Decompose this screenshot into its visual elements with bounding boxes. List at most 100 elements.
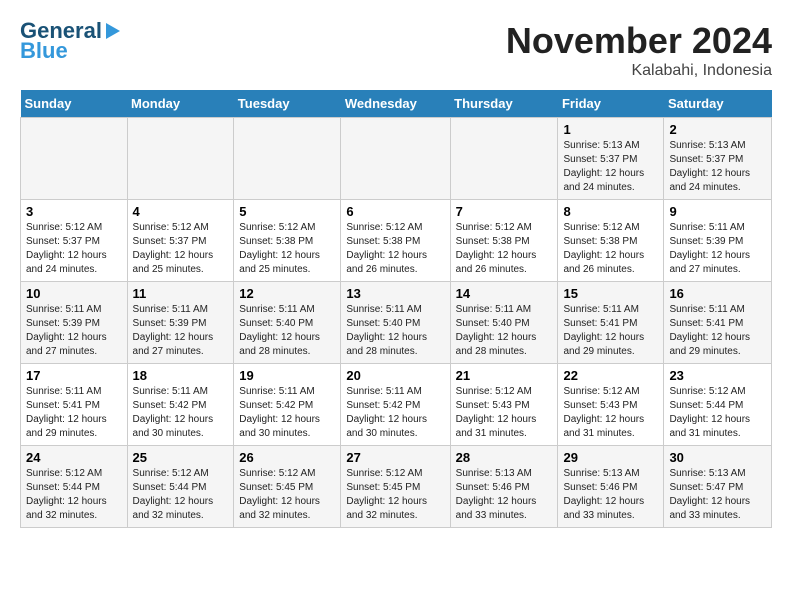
day-number: 12 xyxy=(239,286,335,301)
day-info: Sunrise: 5:11 AM Sunset: 5:40 PM Dayligh… xyxy=(456,303,553,359)
day-number: 14 xyxy=(456,286,553,301)
column-header-wednesday: Wednesday xyxy=(341,90,450,118)
calendar-cell: 15Sunrise: 5:11 AM Sunset: 5:41 PM Dayli… xyxy=(558,282,664,364)
calendar-cell: 11 Sunrise: 5:11 AM Sunset: 5:39 PM Dayli… xyxy=(127,282,234,364)
day-number: 16 xyxy=(669,286,766,301)
day-info: Sunrise: 5:12 AM Sunset: 5:45 PM Dayligh… xyxy=(346,467,444,523)
day-number: 10 xyxy=(26,286,122,301)
day-number: 18 xyxy=(133,368,229,383)
day-number: 27 xyxy=(346,450,444,465)
day-number: 15 xyxy=(563,286,658,301)
day-number: 24 xyxy=(26,450,122,465)
calendar-cell: 30Sunrise: 5:13 AM Sunset: 5:47 PM Dayli… xyxy=(664,446,772,528)
day-info: Sunrise: 5:11 AM Sunset: 5:41 PM Dayligh… xyxy=(26,385,122,441)
day-number: 20 xyxy=(346,368,444,383)
logo: General Blue xyxy=(20,20,120,62)
calendar-cell: 23 Sunrise: 5:12 AM Sunset: 5:44 PM Dayli… xyxy=(664,364,772,446)
day-number: 23 xyxy=(669,368,766,383)
column-header-thursday: Thursday xyxy=(450,90,558,118)
day-number: 17 xyxy=(26,368,122,383)
calendar-cell xyxy=(127,118,234,200)
title-block: November 2024 Kalabahi, Indonesia xyxy=(506,20,772,80)
day-number: 29 xyxy=(563,450,658,465)
calendar-cell: 19Sunrise: 5:11 AM Sunset: 5:42 PM Dayli… xyxy=(234,364,341,446)
calendar-week-row: 17 Sunrise: 5:11 AM Sunset: 5:41 PM Dayli… xyxy=(21,364,772,446)
calendar-week-row: 3 Sunrise: 5:12 AM Sunset: 5:37 PM Daylig… xyxy=(21,200,772,282)
calendar-cell: 16 Sunrise: 5:11 AM Sunset: 5:41 PM Dayli… xyxy=(664,282,772,364)
column-header-saturday: Saturday xyxy=(664,90,772,118)
calendar-week-row: 1Sunrise: 5:13 AM Sunset: 5:37 PM Daylig… xyxy=(21,118,772,200)
calendar-table: SundayMondayTuesdayWednesdayThursdayFrid… xyxy=(20,90,772,528)
column-header-monday: Monday xyxy=(127,90,234,118)
calendar-cell: 10 Sunrise: 5:11 AM Sunset: 5:39 PM Dayli… xyxy=(21,282,128,364)
calendar-cell: 25 Sunrise: 5:12 AM Sunset: 5:44 PM Dayli… xyxy=(127,446,234,528)
calendar-cell: 20 Sunrise: 5:11 AM Sunset: 5:42 PM Dayli… xyxy=(341,364,450,446)
calendar-week-row: 10 Sunrise: 5:11 AM Sunset: 5:39 PM Dayli… xyxy=(21,282,772,364)
day-info: Sunrise: 5:12 AM Sunset: 5:44 PM Dayligh… xyxy=(26,467,122,523)
day-info: Sunrise: 5:11 AM Sunset: 5:40 PM Dayligh… xyxy=(239,303,335,359)
day-number: 26 xyxy=(239,450,335,465)
calendar-cell: 27 Sunrise: 5:12 AM Sunset: 5:45 PM Dayli… xyxy=(341,446,450,528)
calendar-cell: 22Sunrise: 5:12 AM Sunset: 5:43 PM Dayli… xyxy=(558,364,664,446)
day-info: Sunrise: 5:12 AM Sunset: 5:44 PM Dayligh… xyxy=(669,385,766,441)
calendar-cell: 13 Sunrise: 5:11 AM Sunset: 5:40 PM Dayli… xyxy=(341,282,450,364)
day-number: 19 xyxy=(239,368,335,383)
calendar-cell: 1Sunrise: 5:13 AM Sunset: 5:37 PM Daylig… xyxy=(558,118,664,200)
day-number: 5 xyxy=(239,204,335,219)
calendar-cell xyxy=(450,118,558,200)
calendar-cell: 26 Sunrise: 5:12 AM Sunset: 5:45 PM Dayli… xyxy=(234,446,341,528)
day-number: 2 xyxy=(669,122,766,137)
day-info: Sunrise: 5:11 AM Sunset: 5:39 PM Dayligh… xyxy=(26,303,122,359)
day-info: Sunrise: 5:13 AM Sunset: 5:37 PM Dayligh… xyxy=(563,139,658,195)
day-info: Sunrise: 5:12 AM Sunset: 5:44 PM Dayligh… xyxy=(133,467,229,523)
day-number: 6 xyxy=(346,204,444,219)
day-info: Sunrise: 5:13 AM Sunset: 5:37 PM Dayligh… xyxy=(669,139,766,195)
calendar-cell: 28Sunrise: 5:13 AM Sunset: 5:46 PM Dayli… xyxy=(450,446,558,528)
day-info: Sunrise: 5:11 AM Sunset: 5:42 PM Dayligh… xyxy=(346,385,444,441)
day-number: 21 xyxy=(456,368,553,383)
calendar-cell: 3 Sunrise: 5:12 AM Sunset: 5:37 PM Daylig… xyxy=(21,200,128,282)
calendar-cell xyxy=(341,118,450,200)
calendar-week-row: 24 Sunrise: 5:12 AM Sunset: 5:44 PM Dayli… xyxy=(21,446,772,528)
day-info: Sunrise: 5:11 AM Sunset: 5:39 PM Dayligh… xyxy=(133,303,229,359)
day-number: 9 xyxy=(669,204,766,219)
calendar-cell xyxy=(234,118,341,200)
day-number: 7 xyxy=(456,204,553,219)
month-title: November 2024 xyxy=(506,20,772,62)
calendar-cell: 17 Sunrise: 5:11 AM Sunset: 5:41 PM Dayli… xyxy=(21,364,128,446)
logo-blue: Blue xyxy=(20,40,68,62)
day-info: Sunrise: 5:12 AM Sunset: 5:38 PM Dayligh… xyxy=(563,221,658,277)
day-info: Sunrise: 5:12 AM Sunset: 5:38 PM Dayligh… xyxy=(346,221,444,277)
calendar-cell: 21 Sunrise: 5:12 AM Sunset: 5:43 PM Dayli… xyxy=(450,364,558,446)
day-number: 3 xyxy=(26,204,122,219)
page-header: General Blue November 2024 Kalabahi, Ind… xyxy=(20,20,772,80)
day-info: Sunrise: 5:12 AM Sunset: 5:45 PM Dayligh… xyxy=(239,467,335,523)
day-info: Sunrise: 5:11 AM Sunset: 5:42 PM Dayligh… xyxy=(133,385,229,441)
calendar-cell: 14 Sunrise: 5:11 AM Sunset: 5:40 PM Dayli… xyxy=(450,282,558,364)
calendar-cell: 29 Sunrise: 5:13 AM Sunset: 5:46 PM Dayli… xyxy=(558,446,664,528)
day-info: Sunrise: 5:12 AM Sunset: 5:38 PM Dayligh… xyxy=(239,221,335,277)
day-number: 22 xyxy=(563,368,658,383)
day-info: Sunrise: 5:12 AM Sunset: 5:37 PM Dayligh… xyxy=(133,221,229,277)
day-number: 25 xyxy=(133,450,229,465)
day-info: Sunrise: 5:12 AM Sunset: 5:37 PM Dayligh… xyxy=(26,221,122,277)
day-info: Sunrise: 5:13 AM Sunset: 5:47 PM Dayligh… xyxy=(669,467,766,523)
day-number: 28 xyxy=(456,450,553,465)
day-info: Sunrise: 5:12 AM Sunset: 5:43 PM Dayligh… xyxy=(456,385,553,441)
day-number: 13 xyxy=(346,286,444,301)
day-info: Sunrise: 5:11 AM Sunset: 5:39 PM Dayligh… xyxy=(669,221,766,277)
day-info: Sunrise: 5:11 AM Sunset: 5:40 PM Dayligh… xyxy=(346,303,444,359)
column-header-friday: Friday xyxy=(558,90,664,118)
day-info: Sunrise: 5:13 AM Sunset: 5:46 PM Dayligh… xyxy=(563,467,658,523)
column-header-tuesday: Tuesday xyxy=(234,90,341,118)
day-number: 8 xyxy=(563,204,658,219)
logo-arrow-icon xyxy=(106,23,120,39)
calendar-cell: 7 Sunrise: 5:12 AM Sunset: 5:38 PM Daylig… xyxy=(450,200,558,282)
calendar-cell: 5 Sunrise: 5:12 AM Sunset: 5:38 PM Daylig… xyxy=(234,200,341,282)
day-info: Sunrise: 5:12 AM Sunset: 5:38 PM Dayligh… xyxy=(456,221,553,277)
day-info: Sunrise: 5:11 AM Sunset: 5:41 PM Dayligh… xyxy=(669,303,766,359)
day-number: 11 xyxy=(133,286,229,301)
calendar-header-row: SundayMondayTuesdayWednesdayThursdayFrid… xyxy=(21,90,772,118)
calendar-cell: 4Sunrise: 5:12 AM Sunset: 5:37 PM Daylig… xyxy=(127,200,234,282)
calendar-cell: 9 Sunrise: 5:11 AM Sunset: 5:39 PM Daylig… xyxy=(664,200,772,282)
